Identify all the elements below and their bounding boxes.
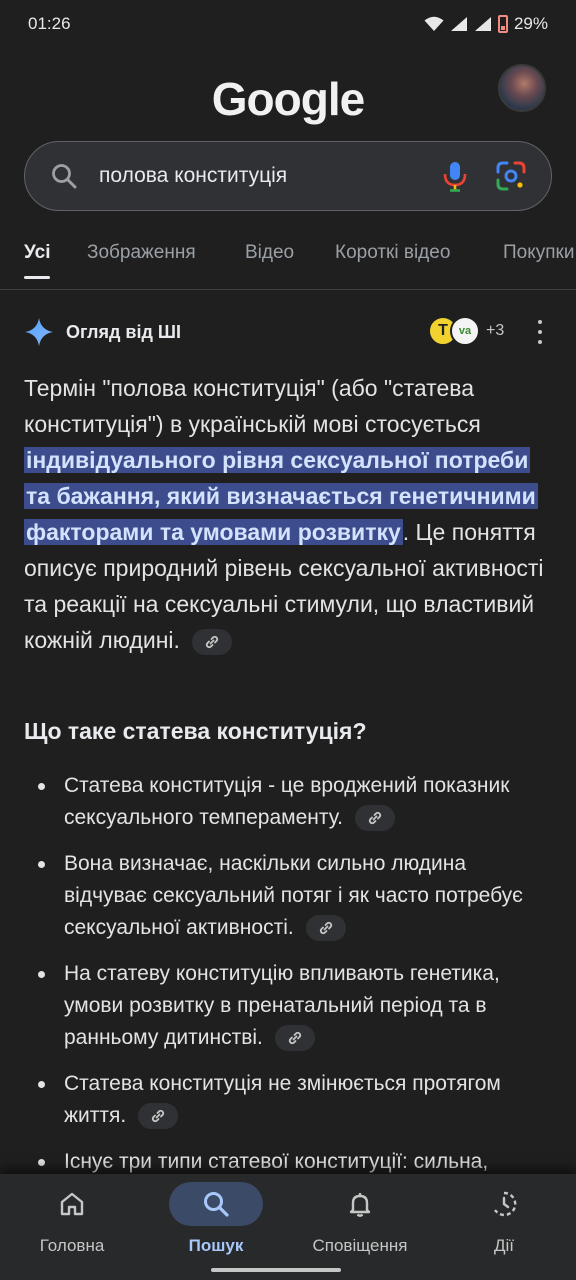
nav-notifications[interactable]: Сповіщення (288, 1174, 432, 1264)
battery-percent: 29% (513, 14, 548, 33)
search-icon (52, 164, 77, 189)
link-icon[interactable] (138, 1103, 179, 1130)
ai-summary: Термін "полова конституція" (або "статев… (24, 370, 552, 658)
list-item: Статева конституція - це вроджений показ… (24, 770, 552, 834)
tab-images[interactable]: Зображення (87, 242, 196, 264)
tab-shopping[interactable]: Покупки (503, 242, 574, 264)
link-icon[interactable] (192, 628, 233, 655)
tab-all[interactable]: Усі (24, 242, 51, 279)
tab-video[interactable]: Відео (245, 242, 294, 264)
summary-text: Термін "полова конституція" (або "статев… (24, 375, 481, 437)
sparkle-icon (25, 318, 53, 346)
activity-icon (493, 1191, 517, 1217)
status-time: 01:26 (28, 14, 71, 33)
mic-icon[interactable] (441, 160, 469, 192)
link-icon[interactable] (354, 805, 395, 832)
nav-notifications-label: Сповіщення (312, 1236, 408, 1255)
ai-overview-title: Огляд від ШІ (66, 321, 181, 342)
search-input[interactable]: полова конституція (99, 164, 441, 188)
signal-icon (450, 17, 467, 31)
google-logo[interactable]: Google (0, 72, 576, 126)
nav-home-label: Головна (39, 1236, 105, 1255)
status-bar: 01:26 29% (0, 0, 576, 48)
source-icons[interactable]: T va +3 (428, 316, 504, 346)
link-icon[interactable] (305, 915, 346, 942)
search-icon (204, 1192, 229, 1217)
signal-icon-2 (474, 17, 491, 31)
tab-short-video[interactable]: Короткі відео (335, 242, 450, 264)
search-bar[interactable]: полова конституція (24, 141, 552, 211)
list-item: Статева конституція не змінюється протяг… (24, 1068, 552, 1132)
nav-activity[interactable]: Дії (432, 1174, 576, 1264)
list-item: Вона визначає, наскільки сильно людина в… (24, 848, 552, 944)
gesture-bar[interactable] (211, 1268, 341, 1272)
list-item: На статеву конституцію впливають генетик… (24, 958, 552, 1054)
section-heading: Що таке статева конституція? (24, 718, 367, 744)
search-tabs: Усі Зображення Відео Короткі відео Покуп… (0, 228, 576, 290)
avatar[interactable] (498, 64, 546, 112)
nav-activity-label: Дії (493, 1236, 514, 1255)
status-icons: 29% (424, 14, 548, 34)
source-favicon-2[interactable]: va (450, 316, 480, 346)
link-icon[interactable] (274, 1025, 315, 1052)
bullet-list: Статева конституція - це вроджений показ… (24, 770, 552, 1192)
more-options-icon[interactable] (530, 320, 550, 344)
nav-search-label: Пошук (188, 1236, 244, 1255)
more-sources-count[interactable]: +3 (486, 322, 504, 340)
lens-icon[interactable] (495, 160, 527, 192)
nav-home[interactable]: Головна (0, 1174, 144, 1264)
bell-icon (349, 1193, 371, 1217)
battery-icon (497, 15, 508, 33)
wifi-icon (424, 16, 444, 31)
nav-search[interactable]: Пошук (144, 1174, 288, 1264)
bottom-navigation: Головна Пошук Сповіщення Дії (0, 1174, 576, 1280)
home-icon (60, 1192, 84, 1216)
